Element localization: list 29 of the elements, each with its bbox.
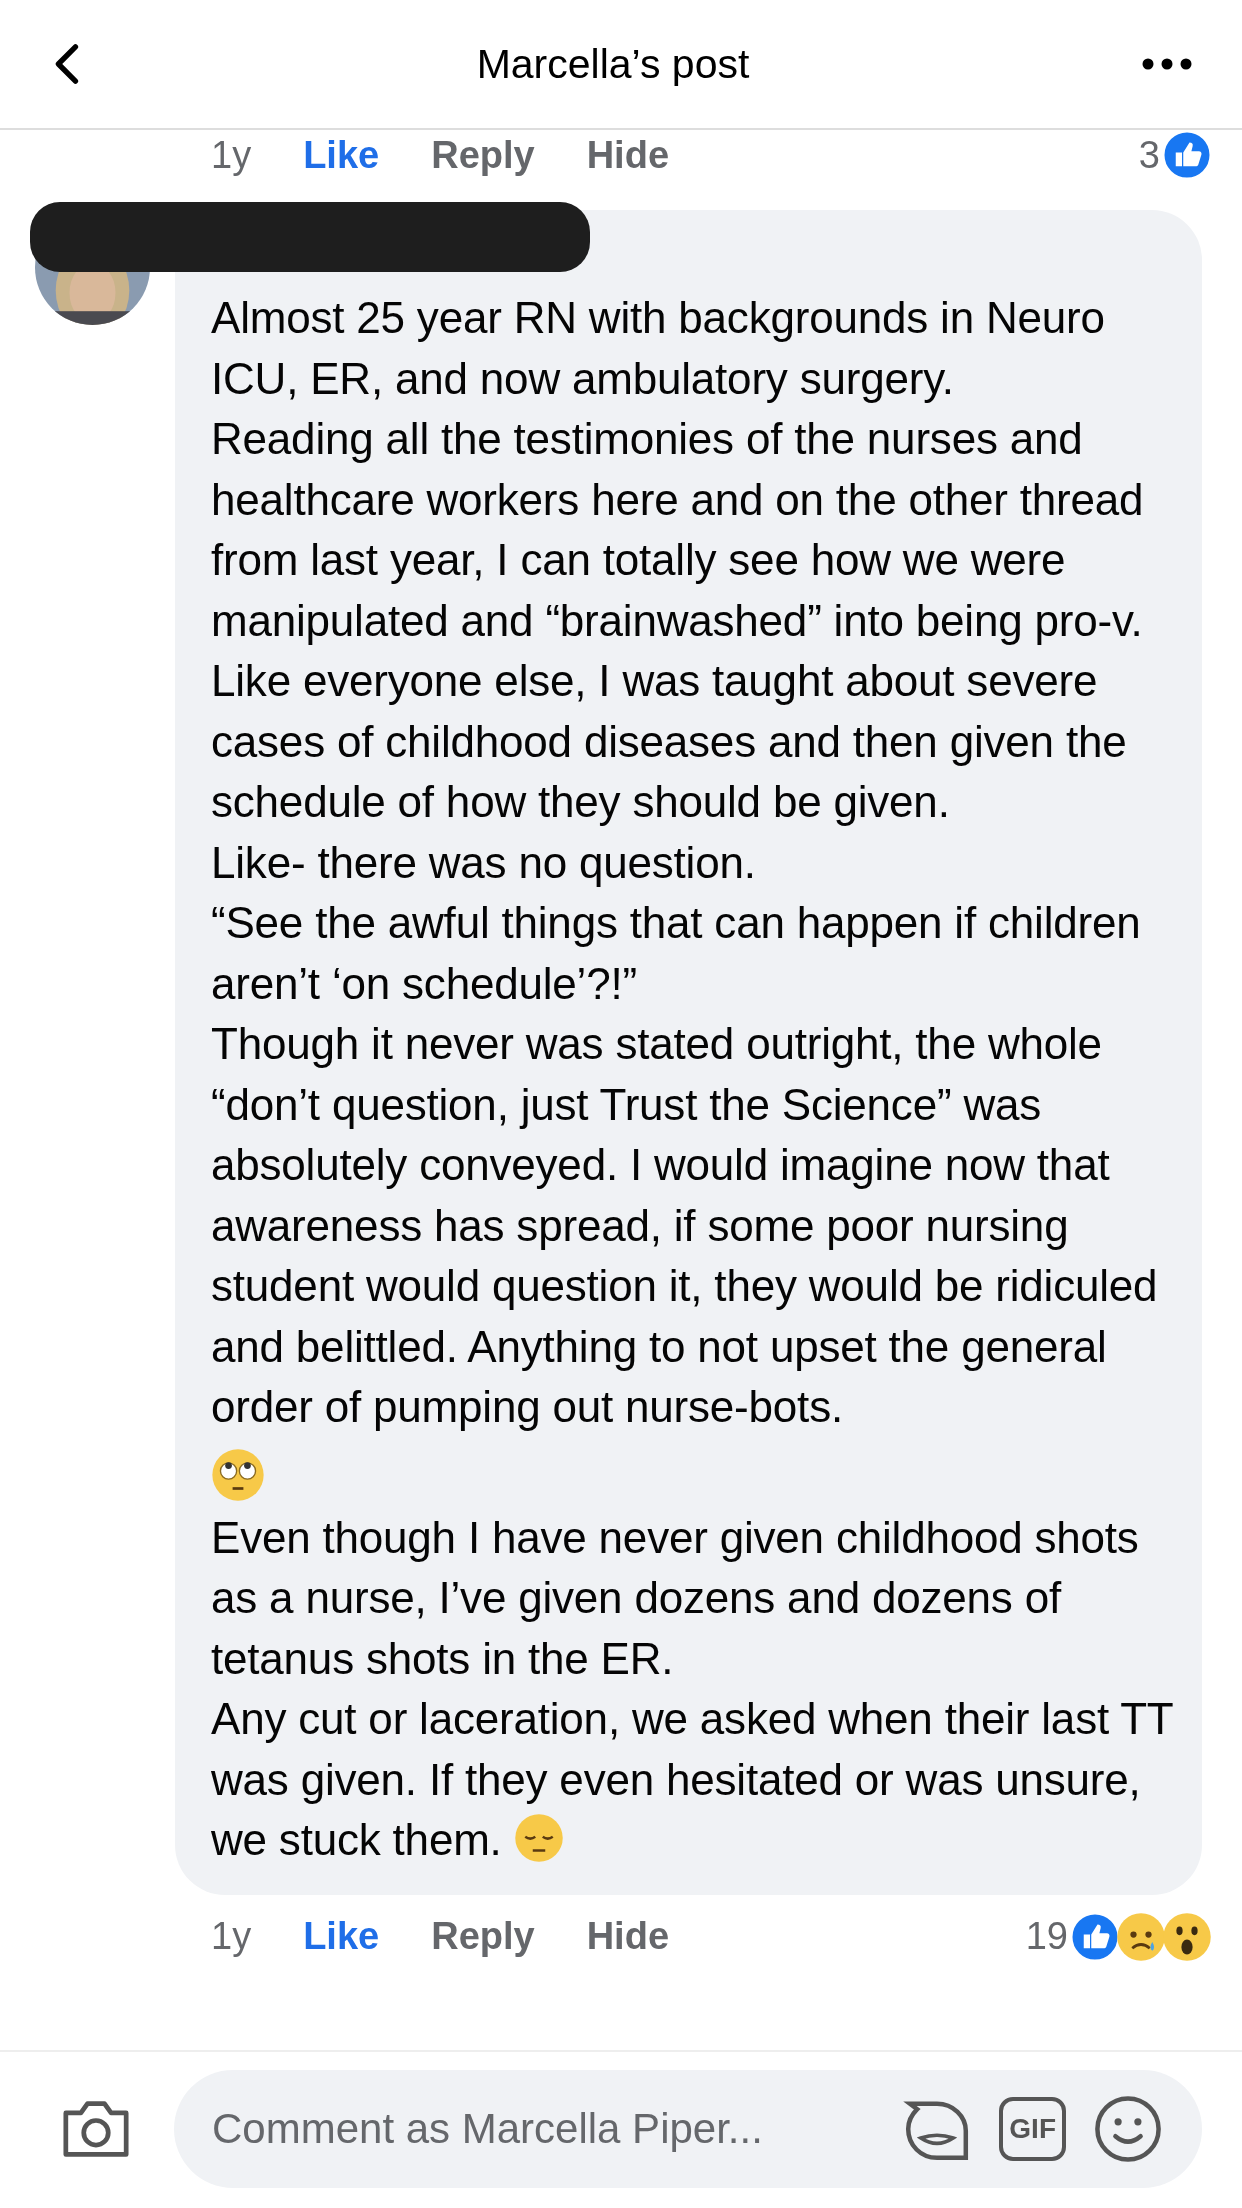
comment-time: 1y [211,133,252,177]
hide-link[interactable]: Hide [586,1915,670,1958]
pensive-face-icon [513,1813,564,1863]
comment-text: Though it never was stated outright, the whole “don’t question, just Trust the Science” was absolutely conveyed. I would imagine now that awareness has spread, if some poor nursing student would question it, they would be ridiculed and belittled. Anything to not upset the general order of pumping out nurse-bots. [211,1018,1159,1433]
gif-button[interactable]: GIF [999,2097,1066,2161]
header-title: Marcella’s post [476,40,750,88]
comment-text: Any cut or laceration, we asked when their last TT was given. If they even hesitated or was unsure, we stuck them. [211,1693,1174,1866]
reaction-count: 3 [1138,133,1160,177]
eye-roll-face-icon [211,1447,265,1502]
comment-text: Even though I have never given childhood shots as a nurse, I’ve given dozens and dozens of tetanus shots in the ER. [211,1511,1140,1685]
hide-link[interactable]: Hide [586,133,670,177]
comment-text: Like- there was no question. [211,836,757,889]
sad-face-icon [1116,1911,1166,1962]
reaction-count: 19 [1025,1915,1068,1958]
more-icon[interactable] [1142,58,1192,70]
comment-text: “See the awful things that can happen if children aren’t ‘on schedule’?!” [211,897,1142,1010]
like-reaction-icon [1162,130,1212,180]
comment-field[interactable]: Comment as Marcella Piper... GIF [174,2070,1202,2188]
comment-text: Like everyone else, I was taught about severe cases of childhood diseases and then given the schedule of how they should be given. [211,655,1128,828]
comment-text: Almost 25 year RN with backgrounds in Neuro ICU, ER, and now ambulatory surgery. [211,292,1106,405]
reply-link[interactable]: Reply [431,133,535,177]
surprised-face-icon [1162,1911,1212,1962]
like-link[interactable]: Like [303,133,380,177]
comment-time: 1y [211,1915,252,1958]
like-reaction-icon [1070,1911,1120,1962]
emoji-icon[interactable] [1092,2093,1164,2165]
comment-text: Reading all the testimonies of the nurses and healthcare workers here and on the other thread from last year, I can totally see how we were manipulated and “brainwashed” into being pro-v. [211,413,1145,647]
reply-link[interactable]: Reply [431,1915,535,1958]
like-link[interactable]: Like [303,1915,380,1958]
